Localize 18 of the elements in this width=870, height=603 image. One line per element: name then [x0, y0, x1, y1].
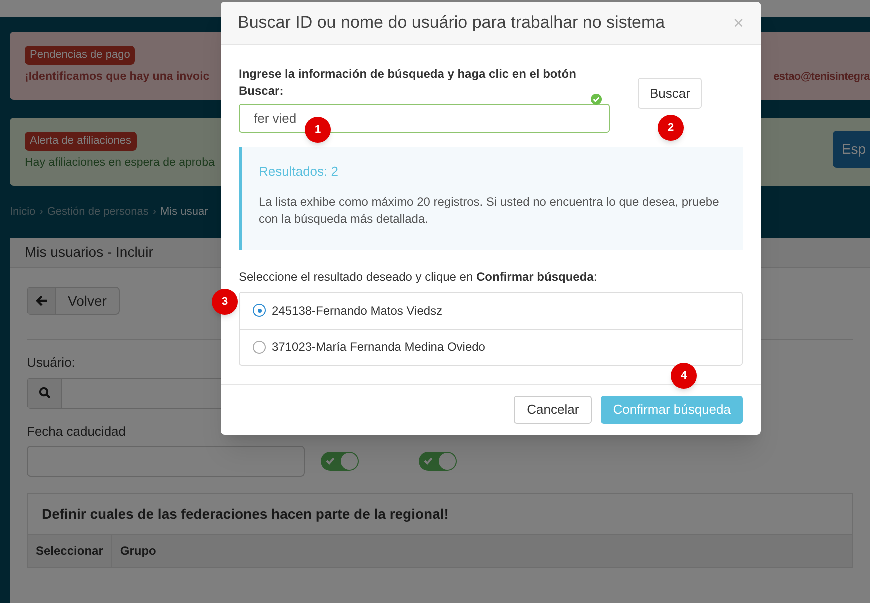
info-text: La lista exhibe como máximo 20 registros. Si usted no encuentra lo que desea, pruebe con la búsqueda más detallada.	[259, 194, 720, 228]
dialog-title: Buscar ID ou nome do usuário para trabalhar no sistema	[238, 12, 666, 34]
alert-badge: Alerta de afiliaciones	[25, 132, 137, 151]
instruction-text: Seleccione el resultado deseado y clique en Confirmar búsqueda:	[239, 268, 598, 286]
breadcrumb-separator: ›	[40, 204, 44, 220]
field-label: Usuário:	[27, 354, 76, 372]
alert-badge: Pendencias de pago	[25, 46, 136, 65]
field-label: Ingrese la información de búsqueda y haga clic en el botón Buscar:	[239, 66, 578, 100]
field-label: Fecha caducidad	[27, 422, 128, 440]
column-header: Grupo	[119, 543, 158, 560]
panel-title: Mis usuarios - Incluir	[25, 243, 154, 262]
alert-text: Hay afiliaciones en espera de aproba	[25, 156, 215, 171]
column-header: Seleccionar	[28, 535, 112, 567]
results-count: Resultados: 2	[259, 163, 340, 181]
alert-text: ¡Identificamos que hay una invoic	[25, 70, 210, 85]
breadcrumb-separator: ›	[152, 204, 157, 220]
section-title: Definir cuales de las federaciones hacen parte de la regional!	[42, 504, 449, 524]
alert-text: estao@tenisintegra	[774, 70, 870, 85]
